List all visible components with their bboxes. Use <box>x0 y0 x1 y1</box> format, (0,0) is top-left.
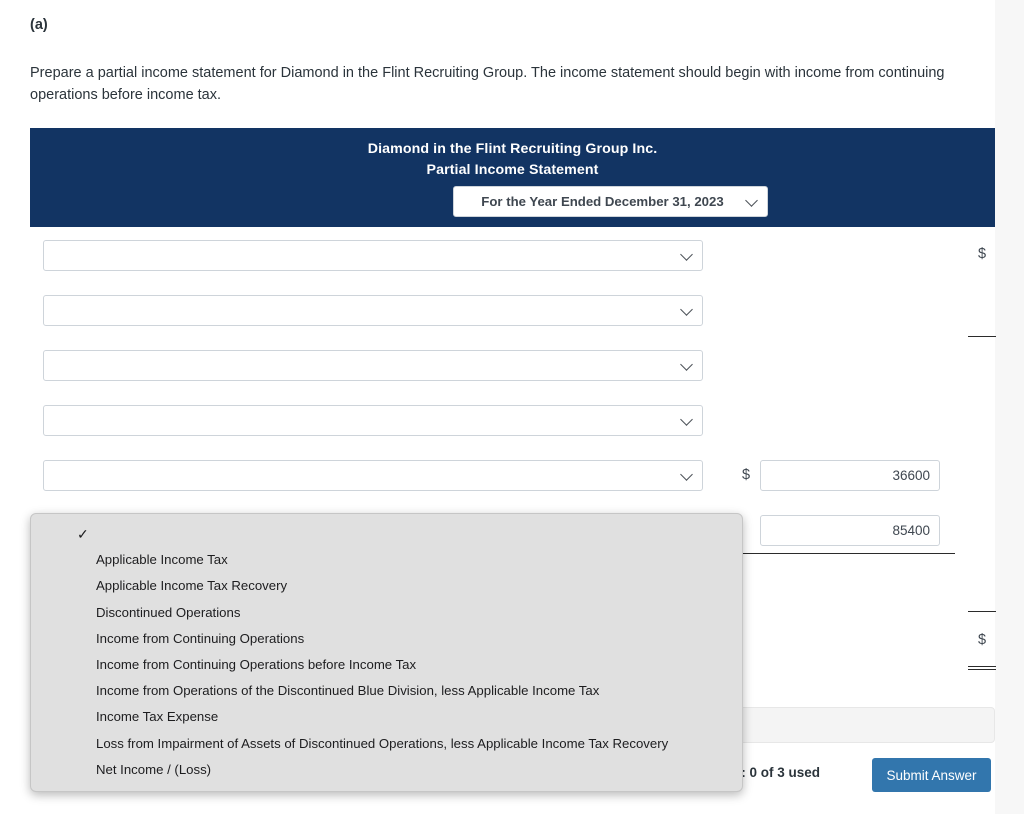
dropdown-option-2[interactable]: Applicable Income Tax Recovery <box>31 573 742 599</box>
dollar-sign-row-1: $ <box>978 246 987 262</box>
amount-input-row-6[interactable]: 85400 <box>760 515 940 546</box>
subtotal-rule-main <box>740 553 955 554</box>
dropdown-option-9[interactable]: Net Income / (Loss) <box>31 757 742 783</box>
account-select-row-2[interactable] <box>43 295 703 326</box>
dropdown-option-5[interactable]: Income from Continuing Operations before… <box>31 652 742 678</box>
question-prompt: Prepare a partial income statement for D… <box>30 65 945 103</box>
dropdown-option-3[interactable]: Discontinued Operations <box>31 600 742 626</box>
chevron-down-icon <box>681 305 693 317</box>
subtotal-rule-right <box>968 336 996 337</box>
dropdown-option-7[interactable]: Income Tax Expense <box>31 704 742 730</box>
total-rule-top <box>968 611 996 612</box>
chevron-down-icon <box>681 250 693 262</box>
dropdown-option-4[interactable]: Income from Continuing Operations <box>31 626 742 652</box>
dropdown-option-6[interactable]: Income from Operations of the Discontinu… <box>31 678 742 704</box>
account-select-row-4[interactable] <box>43 405 703 436</box>
dollar-sign-row-5: $ <box>742 467 751 483</box>
account-select-row-1[interactable] <box>43 240 703 271</box>
account-select-row-5[interactable] <box>43 460 703 491</box>
chevron-down-icon <box>681 470 693 482</box>
submit-answer-button[interactable]: Submit Answer <box>872 758 991 792</box>
dropdown-option-1[interactable]: Applicable Income Tax <box>31 547 742 573</box>
statement-title: Partial Income Statement <box>426 162 599 178</box>
dollar-sign-total: $ <box>978 632 987 648</box>
chevron-down-icon <box>681 360 693 372</box>
chevron-down-icon <box>681 415 693 427</box>
company-name: Diamond in the Flint Recruiting Group In… <box>367 141 658 157</box>
dropdown-option-8[interactable]: Loss from Impairment of Assets of Discon… <box>31 731 742 757</box>
account-dropdown-menu[interactable]: ✓ Applicable Income Tax Applicable Incom… <box>30 513 743 792</box>
period-select[interactable]: For the Year Ended December 31, 2023 <box>453 186 768 217</box>
checkmark-icon: ✓ <box>77 526 89 542</box>
chevron-down-icon <box>746 196 758 208</box>
account-select-row-3[interactable] <box>43 350 703 381</box>
dropdown-option-blank[interactable]: ✓ <box>31 521 742 547</box>
amount-input-row-5[interactable]: 36600 <box>760 460 940 491</box>
part-label: (a) <box>30 17 48 33</box>
period-select-value: For the Year Ended December 31, 2023 <box>481 194 724 209</box>
content-sheet: (a) Prepare a partial income statement f… <box>0 0 996 814</box>
total-rule-double <box>968 666 996 670</box>
page-root: (a) Prepare a partial income statement f… <box>0 0 1024 814</box>
